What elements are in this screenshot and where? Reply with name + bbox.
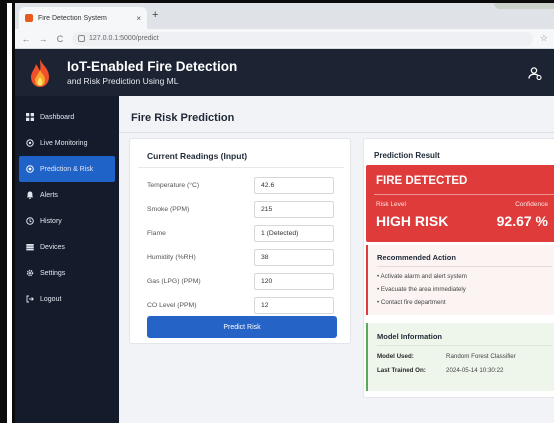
flame-input[interactable]: 1 (Detected) (254, 224, 334, 242)
card-divider (138, 167, 344, 168)
readings-card: Current Readings (Input) Temperature (°C… (129, 138, 351, 344)
model-used-label: Model Used: (377, 353, 414, 360)
trained-on-value: 2024-05-14 10:30:22 (446, 367, 504, 374)
sidebar-item-prediction-risk[interactable]: Prediction & Risk (19, 156, 115, 182)
fire-logo-icon (31, 58, 49, 87)
model-info-box: Model Information Model Used: Random For… (366, 323, 554, 391)
fire-alert-box: FIRE DETECTED Risk Level HIGH RISK Confi… (366, 165, 554, 242)
main-content: Fire Risk Prediction Current Readings (I… (119, 96, 554, 423)
action-item: • Contact fire department (377, 299, 446, 306)
reading-label: Humidity (%RH) (147, 253, 196, 261)
back-button[interactable]: ← (21, 34, 31, 44)
target-icon (25, 165, 34, 174)
devices-icon (25, 243, 34, 252)
action-item: • Activate alarm and alert system (377, 273, 467, 280)
confidence-value: 92.67 % (496, 213, 548, 229)
reading-row-gas: Gas (LPG) (PPM) 120 (147, 271, 345, 291)
sidebar-item-label: Alerts (40, 191, 58, 199)
model-info-title: Model Information (377, 332, 442, 341)
reading-label: Smoke (PPM) (147, 205, 190, 213)
model-used-value: Random Forest Classifier (446, 353, 516, 360)
sidebar-item-history[interactable]: History (15, 208, 119, 234)
action-text: Evacuate the area immediately (380, 286, 466, 293)
sidebar-item-label: Dashboard (40, 113, 75, 121)
site-info-icon[interactable] (78, 35, 85, 42)
reading-row-smoke: Smoke (PPM) 215 (147, 199, 345, 219)
trained-on-label: Last Trained On: (377, 367, 426, 374)
bookmark-star-icon[interactable]: ☆ (540, 33, 548, 44)
bell-icon (25, 191, 34, 200)
fire-status: FIRE DETECTED (376, 175, 468, 187)
recommended-title: Recommended Action (377, 253, 456, 262)
browser-window: Fire Detection System × + ← → C 127.0.0.… (15, 3, 554, 423)
grid-icon (25, 113, 34, 122)
address-bar: ← → C 127.0.0.1:5000/predict ☆ (15, 29, 554, 49)
reading-row-co: CO Level (PPM) 12 (147, 295, 345, 315)
tabstrip-extension (494, 3, 554, 9)
sidebar-item-live-monitoring[interactable]: Live Monitoring (15, 130, 119, 156)
readings-title: Current Readings (Input) (147, 151, 248, 161)
reading-row-temperature: Temperature (°C) 42.6 (147, 175, 345, 195)
user-account-icon[interactable] (528, 66, 542, 80)
sidebar-item-settings[interactable]: Settings (15, 260, 119, 286)
app-subtitle: and Risk Prediction Using ML (67, 75, 179, 86)
sidebar-item-alerts[interactable]: Alerts (15, 182, 119, 208)
reading-label: Flame (147, 229, 166, 237)
title-divider (119, 132, 554, 133)
action-text: Activate alarm and alert system (380, 273, 467, 280)
forward-button[interactable]: → (38, 34, 48, 44)
tab-close-icon[interactable]: × (136, 14, 141, 23)
prediction-result-card: Prediction Result FIRE DETECTED Risk Lev… (363, 138, 554, 398)
sidebar: Dashboard Live Monitoring Prediction & R… (15, 96, 119, 423)
model-divider (377, 345, 552, 346)
favicon-icon (25, 14, 33, 22)
sidebar-item-label: Devices (40, 243, 65, 251)
url-text: 127.0.0.1:5000/predict (89, 35, 159, 42)
tab-title: Fire Detection System (38, 14, 107, 22)
gas-input[interactable]: 120 (254, 272, 334, 290)
tab-strip: Fire Detection System × + (15, 3, 554, 29)
page-title: Fire Risk Prediction (131, 112, 235, 124)
predict-risk-button[interactable]: Predict Risk (147, 316, 337, 338)
logout-icon (25, 295, 34, 304)
risk-level-label: Risk Level (376, 201, 406, 208)
new-tab-button[interactable]: + (152, 9, 158, 21)
recommended-action-box: Recommended Action • Activate alarm and … (366, 245, 554, 315)
risk-level-value: HIGH RISK (376, 213, 449, 229)
sidebar-item-label: Prediction & Risk (40, 165, 94, 173)
reading-label: CO Level (PPM) (147, 301, 197, 309)
action-item: • Evacuate the area immediately (377, 286, 466, 293)
window-frame-left (0, 0, 7, 423)
reload-button[interactable]: C (55, 34, 65, 44)
sidebar-item-label: Logout (40, 295, 62, 303)
action-text: Contact fire department (380, 299, 446, 306)
sidebar-item-logout[interactable]: Logout (15, 286, 119, 312)
result-title: Prediction Result (374, 151, 440, 160)
temperature-input[interactable]: 42.6 (254, 176, 334, 194)
smoke-input[interactable]: 215 (254, 200, 334, 218)
trained-on-row: Last Trained On: 2024-05-14 10:30:22 (377, 367, 554, 374)
url-input[interactable]: 127.0.0.1:5000/predict (72, 31, 533, 46)
sidebar-item-label: Live Monitoring (40, 139, 88, 147)
gear-icon (25, 269, 34, 278)
sidebar-item-label: History (40, 217, 62, 225)
confidence-label: Confidence (515, 201, 548, 208)
live-icon (25, 139, 34, 148)
sidebar-item-label: Settings (40, 269, 66, 277)
reading-row-humidity: Humidity (%RH) 38 (147, 247, 345, 267)
reading-row-flame: Flame 1 (Detected) (147, 223, 345, 243)
browser-tab[interactable]: Fire Detection System × (19, 7, 147, 29)
app-header: IoT-Enabled Fire Detection and Risk Pred… (15, 49, 554, 96)
sidebar-item-dashboard[interactable]: Dashboard (15, 104, 119, 130)
rec-divider (377, 266, 552, 267)
clock-icon (25, 217, 34, 226)
humidity-input[interactable]: 38 (254, 248, 334, 266)
app-title: IoT-Enabled Fire Detection (67, 58, 238, 74)
sidebar-item-devices[interactable]: Devices (15, 234, 119, 260)
alert-divider (374, 194, 554, 195)
reading-label: Gas (LPG) (PPM) (147, 277, 201, 285)
co-level-input[interactable]: 12 (254, 296, 334, 314)
model-used-row: Model Used: Random Forest Classifier (377, 353, 554, 360)
reading-label: Temperature (°C) (147, 181, 200, 189)
